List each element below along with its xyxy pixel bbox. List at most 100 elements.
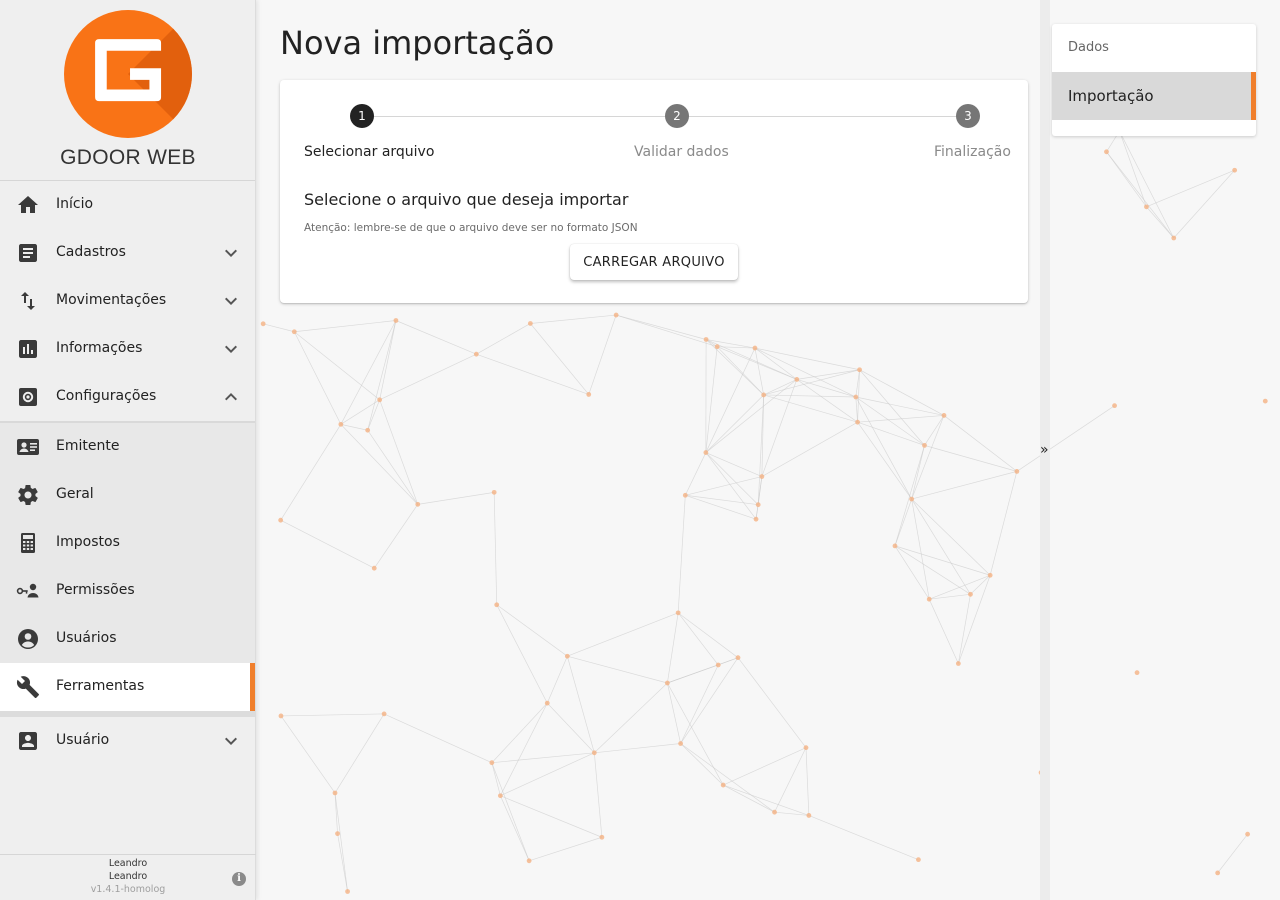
network-node — [675, 610, 681, 616]
network-node — [761, 392, 767, 398]
network-link — [340, 399, 380, 425]
network-link — [796, 379, 856, 398]
network-node — [678, 741, 684, 746]
network-link — [808, 815, 919, 860]
network-link — [491, 762, 530, 861]
network-node — [941, 413, 947, 418]
step-1-number: 1 — [350, 104, 374, 128]
network-node — [909, 496, 915, 502]
network-node — [586, 392, 592, 397]
network-node — [526, 858, 532, 864]
section-nav: Dados Importação — [1052, 24, 1256, 136]
network-link — [685, 494, 757, 520]
nav-item-usuarios[interactable]: Usuários — [0, 615, 255, 663]
network-link — [1217, 833, 1248, 874]
network-link — [379, 399, 419, 505]
network-link — [677, 612, 719, 666]
gear-icon — [18, 485, 38, 506]
network-link — [894, 545, 971, 595]
nav-item-inicio[interactable]: Início — [0, 181, 255, 229]
stepper-connector — [362, 116, 666, 117]
user-nav: Usuário — [0, 717, 255, 765]
network-node — [794, 377, 800, 382]
network-node — [599, 834, 605, 840]
network-link — [1106, 151, 1175, 239]
network-node — [497, 793, 503, 799]
collapse-panel-toggle[interactable]: » — [1040, 440, 1052, 460]
nav-item-label: Início — [56, 196, 94, 212]
network-link — [395, 320, 477, 355]
nav-item-geral[interactable]: Geral — [0, 471, 255, 519]
network-link — [757, 394, 765, 505]
nav-item-permissoes[interactable]: Permissões — [0, 567, 255, 615]
user-circle-icon — [18, 629, 38, 649]
network-node — [987, 572, 993, 578]
section-nav-dados[interactable]: Dados — [1052, 24, 1256, 72]
chevron-down-icon — [225, 737, 237, 745]
network-link — [924, 445, 1017, 472]
network-node — [544, 700, 550, 706]
network-node — [855, 419, 860, 425]
network-node — [715, 662, 721, 668]
nav-item-usuario[interactable]: Usuário — [0, 717, 255, 765]
network-link — [723, 747, 807, 786]
network-node — [278, 517, 284, 523]
network-link — [737, 657, 807, 748]
network-link — [894, 498, 912, 547]
app-version: v1.4.1-homolog — [90, 884, 166, 895]
nav-item-ferramentas[interactable]: Ferramentas — [0, 663, 255, 711]
network-node — [759, 474, 765, 479]
section-nav-importacao[interactable]: Importação — [1052, 72, 1256, 120]
network-node — [415, 501, 421, 507]
nav-item-emitente[interactable]: Emitente — [0, 423, 255, 471]
step-1-label: Selecionar arquivo — [304, 144, 435, 160]
network-node — [752, 345, 758, 351]
sidebar: GDOOR WEB Início Cadastros Movimentações… — [0, 0, 256, 900]
network-node — [753, 516, 759, 522]
network-link — [911, 498, 971, 595]
calculator-icon — [21, 533, 35, 553]
network-node — [260, 321, 266, 327]
info-icon[interactable]: i — [232, 872, 246, 886]
network-link — [718, 657, 739, 666]
network-link — [911, 471, 1017, 500]
nav-item-impostos[interactable]: Impostos — [0, 519, 255, 567]
chevron-down-icon — [225, 345, 237, 353]
network-link — [491, 752, 595, 764]
nav-item-configuracoes[interactable]: Configurações — [0, 373, 255, 421]
network-link — [705, 452, 759, 505]
nav-item-cadastros[interactable]: Cadastros — [0, 229, 255, 277]
page-title: Nova importação — [280, 24, 555, 62]
network-node — [926, 596, 932, 602]
network-link — [761, 421, 858, 477]
network-link — [417, 491, 495, 505]
network-node — [365, 427, 371, 433]
network-link — [373, 504, 419, 569]
nav-item-label: Cadastros — [56, 244, 126, 260]
network-node — [489, 760, 495, 766]
network-node — [720, 782, 726, 788]
network-link — [894, 545, 930, 600]
network-node — [377, 397, 383, 403]
nav-item-label: Usuário — [56, 732, 110, 748]
network-node — [922, 442, 927, 448]
network-link — [491, 762, 501, 796]
network-link — [616, 314, 707, 340]
nav-item-informacoes[interactable]: Informações — [0, 325, 255, 373]
configuracoes-submenu: Emitente Geral Impostos Permissões Usuár… — [0, 421, 255, 717]
network-link — [680, 743, 775, 813]
account-box-icon — [19, 732, 37, 750]
network-link — [280, 424, 342, 521]
network-link — [588, 314, 617, 395]
nav-item-movimentacoes[interactable]: Movimentações — [0, 277, 255, 325]
network-node — [1014, 468, 1020, 474]
network-node — [278, 713, 284, 719]
network-node — [332, 790, 338, 796]
upload-file-button[interactable]: CARREGAR ARQUIVO — [570, 244, 738, 280]
network-link — [367, 320, 397, 431]
network-link — [723, 784, 775, 813]
list-icon — [19, 244, 37, 262]
network-link — [680, 664, 719, 744]
network-link — [855, 396, 858, 423]
network-link — [500, 752, 595, 797]
